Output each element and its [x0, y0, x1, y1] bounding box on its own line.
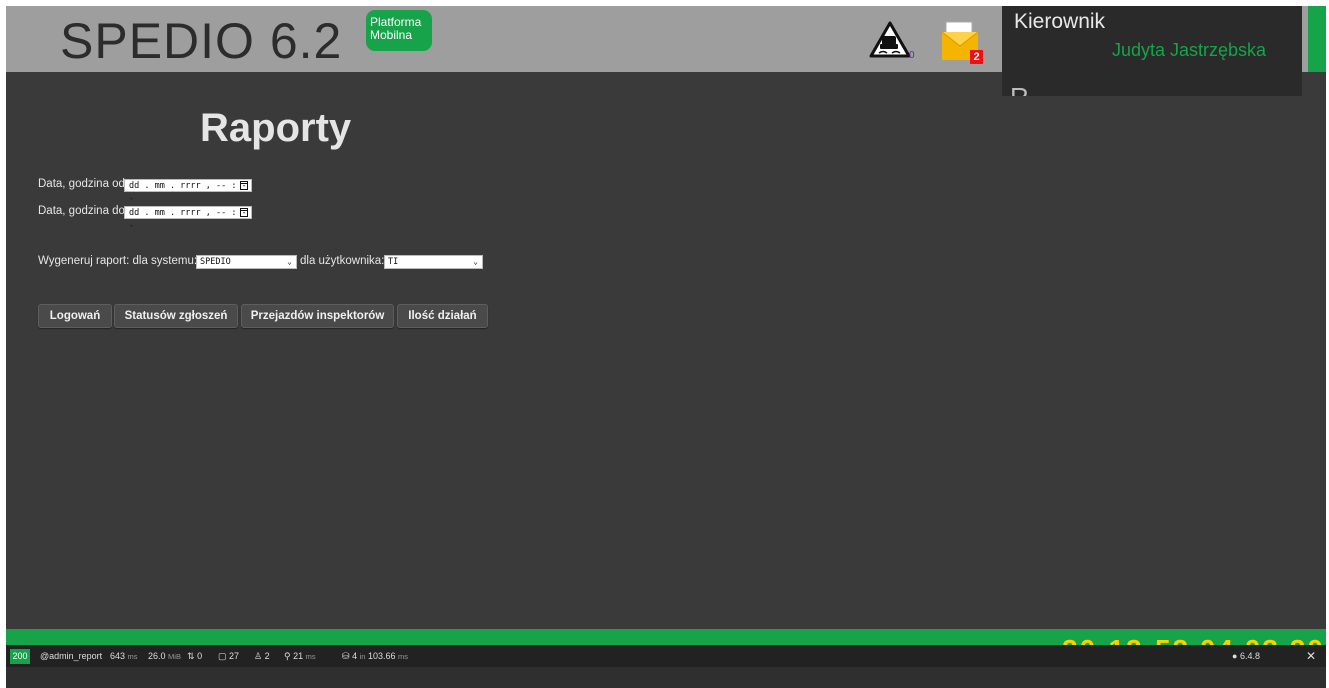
request-time[interactable]: 643 ms	[110, 651, 138, 661]
arrows-updown-icon: ⇅	[187, 651, 195, 661]
symfony-logo-icon: ●	[1232, 651, 1238, 661]
slippery-road-icon[interactable]	[868, 20, 912, 60]
mail-count-badge: 2	[970, 50, 983, 64]
forms-panel[interactable]: ▢ 27	[218, 651, 239, 662]
header-green-strip	[1308, 6, 1326, 72]
app-window: SPEDIO 6.2 Platforma Mobilna 0 2 Kierown…	[6, 6, 1326, 688]
symfony-version-value: 6.4.8	[1239, 651, 1260, 661]
user-name: Judyta Jastrzębska	[1112, 40, 1267, 60]
close-icon[interactable]: ✕	[1306, 649, 1316, 663]
date-from-label: Data, godzina od	[38, 178, 125, 190]
request-time-unit: ms	[127, 652, 138, 661]
user-icon: ♙	[254, 651, 263, 661]
app-brand: SPEDIO 6.2	[60, 13, 343, 69]
twig-time-value: 21	[293, 651, 304, 661]
http-requests-count: 0	[197, 651, 203, 661]
footer-bar: 20:12:52 04.03.2025	[6, 629, 1326, 645]
system-select-value: SPEDIO	[200, 257, 231, 267]
generate-report-label: Wygeneruj raport: dla systemu:	[38, 255, 198, 267]
db-queries-count: 4	[352, 651, 358, 661]
user-select-value: TI	[388, 257, 399, 267]
http-requests[interactable]: ⇅ 0	[187, 651, 202, 662]
symfony-version[interactable]: ● 6.4.8	[1232, 651, 1260, 661]
db-time-value: 103.66	[367, 651, 396, 661]
database-panel[interactable]: ⛁ 4 in 103.66 ms	[342, 651, 408, 662]
date-to-label: Data, godzina do	[38, 205, 125, 217]
date-from-input[interactable]: dd . mm . rrrr , -- : --	[124, 179, 252, 204]
platform-mobile-badge[interactable]: Platforma Mobilna	[366, 10, 432, 51]
forms-count: 27	[229, 651, 240, 661]
user-panel[interactable]: Kierownik Judyta Jastrzębska R	[1002, 6, 1302, 96]
date-to-placeholder: dd . mm . rrrr , -- : --	[129, 208, 247, 231]
twig-icon: ⚲	[284, 651, 291, 661]
action-count-report-button[interactable]: Ilość działań	[397, 304, 488, 328]
debug-toolbar[interactable]: 200 @admin_report 643 ms 26.0 MiB ⇅ 0 ▢ …	[6, 645, 1326, 667]
logins-report-button[interactable]: Logowań	[38, 304, 112, 328]
inspector-trips-report-button[interactable]: Przejazdów inspektorów	[241, 304, 394, 328]
security-count: 2	[264, 651, 270, 661]
system-select[interactable]: SPEDIO ⌄	[196, 255, 297, 269]
db-time-unit: ms	[398, 652, 408, 661]
date-from-placeholder: dd . mm . rrrr , -- : --	[129, 181, 247, 204]
chevron-down-icon: ⌄	[473, 257, 478, 266]
user-select-label: dla użytkownika:	[300, 255, 385, 267]
status-code-badge[interactable]: 200	[10, 649, 30, 664]
user-role: Kierownik	[1014, 10, 1106, 33]
clock: 20:12:52 04.03.2025	[1062, 634, 1326, 645]
road-alert-count: 0	[909, 50, 915, 61]
user-select[interactable]: TI ⌄	[384, 255, 483, 269]
twig-time-unit: ms	[305, 652, 316, 661]
db-in-text: in	[359, 652, 366, 661]
page-title: Raporty	[200, 106, 352, 150]
memory-value: 26.0	[148, 651, 166, 661]
file-icon: ▢	[218, 651, 227, 661]
bottom-strip	[6, 667, 1326, 688]
twig-panel[interactable]: ⚲ 21 ms	[284, 651, 316, 662]
chevron-down-icon: ⌄	[287, 257, 292, 266]
statuses-report-button[interactable]: Statusów zgłoszeń	[114, 304, 238, 328]
memory-unit: MiB	[168, 652, 181, 661]
platform-badge-line2: Mobilna	[370, 28, 413, 42]
panel-overflow-text: R	[1010, 82, 1029, 96]
security-panel[interactable]: ♙ 2	[254, 651, 270, 662]
memory-usage[interactable]: 26.0 MiB	[148, 651, 181, 661]
calendar-icon[interactable]	[240, 181, 248, 190]
calendar-icon[interactable]	[240, 208, 248, 217]
request-time-value: 643	[110, 651, 126, 661]
date-to-input[interactable]: dd . mm . rrrr , -- : --	[124, 206, 252, 231]
database-icon: ⛁	[342, 651, 350, 661]
route-name[interactable]: @admin_report	[40, 651, 102, 661]
